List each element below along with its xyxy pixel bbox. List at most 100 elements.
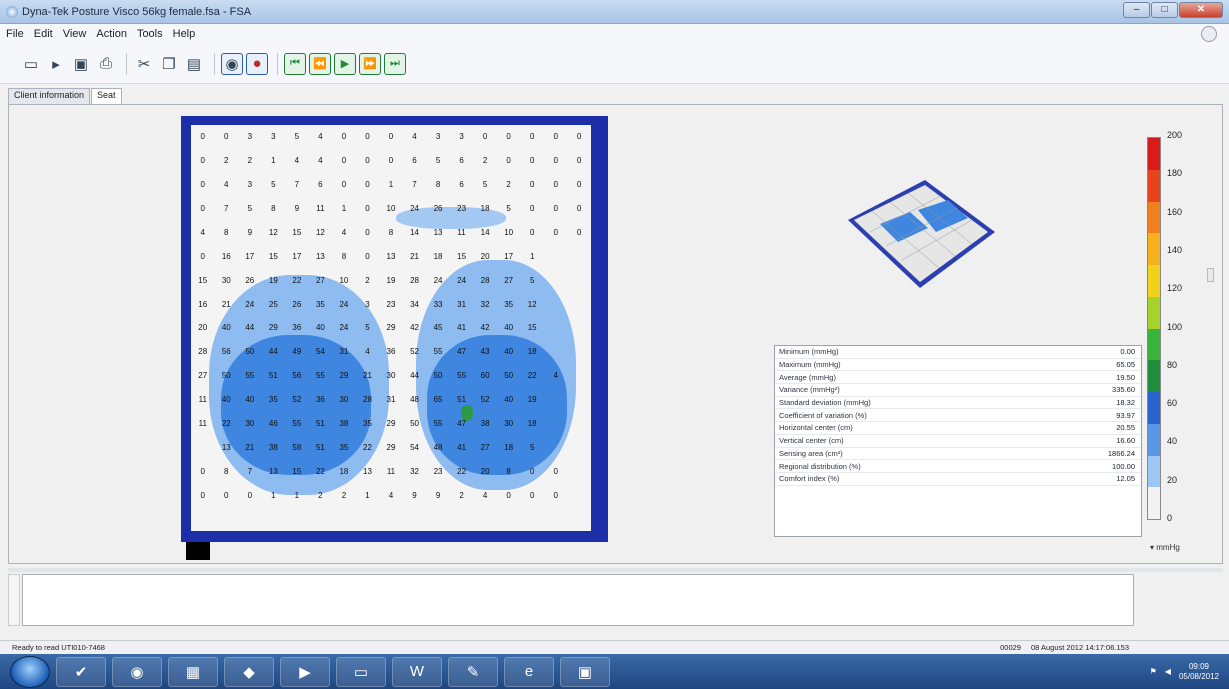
pressure-cell: 16 — [198, 299, 208, 309]
pressure-cell: 0 — [365, 132, 370, 142]
pressure-cell: 9 — [294, 204, 300, 214]
pressure-cell: 2 — [318, 490, 323, 500]
statistics-row[interactable]: Coefficient of variation (%) 93.97 — [775, 409, 1141, 423]
color-scale-tick-label: 40 — [1167, 436, 1178, 447]
taskbar-player-icon[interactable]: ▶ — [280, 656, 330, 687]
pressure-cell: 45 — [433, 323, 443, 333]
taskbar-ie-icon[interactable]: e — [504, 656, 554, 687]
taskbar-app-icon[interactable]: ◆ — [224, 656, 274, 687]
pressure-cell: 3 — [271, 132, 276, 142]
pressure-cell: 24 — [410, 204, 419, 214]
log-scrollbar[interactable] — [8, 574, 20, 626]
statistics-row[interactable]: Maximum (mmHg) 65.05 — [775, 359, 1141, 372]
pressure-cell: 7 — [247, 466, 253, 476]
pressure-cell: 29 — [386, 323, 396, 333]
statistics-row[interactable]: Standard deviation (mmHg) 18.32 — [775, 397, 1141, 410]
record-mode-icon[interactable]: ◉ — [221, 52, 243, 75]
taskbar-check-icon[interactable]: ✔ — [56, 656, 106, 687]
play-icon[interactable]: ▶ — [334, 52, 356, 75]
pressure-cell: 0 — [529, 227, 535, 237]
pressure-cell: 0 — [200, 132, 205, 142]
pressure-cell: 30 — [504, 419, 514, 429]
pressure-cell: 18 — [527, 347, 537, 357]
pressure-cell — [567, 316, 591, 340]
pressure-cell: 2 — [341, 490, 347, 500]
tray-flag-icon[interactable]: ⚑ — [1150, 667, 1157, 676]
taskbar-paint-icon[interactable]: ✎ — [448, 656, 498, 687]
pressure-cell: 20 — [198, 323, 208, 333]
pressure-cell: 0 — [365, 204, 370, 214]
system-tray: ⚑ ◀ 09:09 05/08/2012 — [1150, 654, 1219, 689]
statistics-row[interactable]: Variance (mmHg²) 335.60 — [775, 384, 1141, 397]
color-scale-band — [1148, 360, 1160, 392]
statistic-value: 0.00 — [1120, 347, 1135, 357]
pressure-cell: 18 — [504, 442, 514, 452]
pressure-cell: 5 — [294, 132, 300, 142]
previous-frame-icon[interactable]: ⏪ — [309, 52, 331, 75]
close-button[interactable]: ✕ — [1179, 2, 1223, 18]
statistics-row[interactable]: Comfort index (%) 12.05 — [775, 473, 1141, 486]
start-button[interactable] — [10, 655, 50, 688]
vertical-scroll-thumb[interactable] — [1207, 268, 1214, 282]
open-folder-icon[interactable]: ▸ — [45, 53, 67, 75]
message-log[interactable] — [22, 574, 1134, 626]
taskbar-fsa-icon[interactable]: ▣ — [560, 656, 610, 687]
print-icon[interactable]: ⎙ — [95, 53, 117, 75]
record-stop-icon[interactable]: ● — [246, 52, 268, 75]
color-scale-unit[interactable]: ▾ mmHg — [1150, 543, 1180, 552]
copy-icon[interactable]: ❐ — [158, 53, 180, 75]
pressure-cell: 11 — [198, 395, 207, 405]
pressure-cell: 40 — [504, 323, 514, 333]
tray-volume-icon[interactable]: ◀ — [1165, 667, 1171, 676]
last-frame-icon[interactable]: ⏭ — [384, 52, 406, 75]
statistics-row[interactable]: Vertical center (cm) 16.60 — [775, 435, 1141, 448]
menu-file[interactable]: File — [6, 28, 24, 40]
pressure-cell: 7 — [224, 204, 229, 214]
tab-seat[interactable]: Seat — [91, 88, 122, 104]
cut-icon[interactable]: ✂ — [133, 53, 155, 75]
pressure-cell: 0 — [529, 204, 535, 214]
pressure-cell: 36 — [292, 323, 302, 333]
pressure-map[interactable]: 0033540004330000002214400065620000043576… — [181, 116, 608, 542]
taskbar-word-icon[interactable]: W — [392, 656, 442, 687]
maximize-button[interactable]: □ — [1151, 2, 1178, 18]
pressure-cell: 0 — [506, 490, 511, 500]
window-controls: – □ ✕ — [1122, 2, 1223, 18]
minimize-button[interactable]: – — [1123, 2, 1150, 18]
pressure-cell: 11 — [316, 204, 325, 214]
new-file-icon[interactable]: ▭ — [20, 53, 42, 75]
save-icon[interactable]: ▣ — [70, 53, 92, 75]
pressure-cell: 5 — [482, 180, 488, 190]
pressure-cell: 30 — [221, 275, 231, 285]
pressure-cell: 8 — [388, 227, 394, 237]
pressure-cell: 30 — [386, 371, 396, 381]
pressure-3d-view[interactable] — [840, 176, 1000, 296]
tray-clock[interactable]: 09:09 05/08/2012 — [1179, 662, 1219, 682]
statistics-row[interactable]: Horizontal center (cm) 20.55 — [775, 422, 1141, 435]
pressure-cell: 4 — [318, 156, 323, 166]
pressure-cell: 0 — [224, 490, 229, 500]
menu-tools[interactable]: Tools — [137, 28, 163, 40]
menu-view[interactable]: View — [63, 28, 87, 40]
pressure-cell: 8 — [224, 227, 229, 237]
help-icon[interactable] — [1201, 26, 1217, 42]
pressure-cell: 2 — [224, 156, 229, 166]
paste-icon[interactable]: ▤ — [183, 53, 205, 75]
statistics-row[interactable]: Average (mmHg) 19.50 — [775, 371, 1141, 385]
first-frame-icon[interactable]: ⏮ — [284, 52, 306, 75]
pressure-cell: 5 — [271, 180, 276, 190]
menu-help[interactable]: Help — [173, 28, 196, 40]
statistics-row[interactable]: Minimum (mmHg) 0.00 — [775, 346, 1141, 359]
menu-action[interactable]: Action — [96, 28, 127, 40]
next-frame-icon[interactable]: ⏩ — [359, 52, 381, 75]
taskbar-window-icon[interactable]: ▭ — [336, 656, 386, 687]
taskbar-media-icon[interactable]: ◉ — [112, 656, 162, 687]
pressure-cell: 21 — [245, 442, 255, 452]
statistics-row[interactable]: Sensing area (cm²) 1866.24 — [775, 448, 1141, 461]
statistic-value: 65.05 — [1116, 360, 1135, 370]
statistics-row[interactable]: Regional distribution (%) 100.00 — [775, 460, 1141, 473]
menu-edit[interactable]: Edit — [34, 28, 53, 40]
taskbar-folder-icon[interactable]: ▦ — [168, 656, 218, 687]
tab-client-information[interactable]: Client information — [8, 88, 91, 104]
panel-splitter[interactable] — [8, 568, 1223, 572]
